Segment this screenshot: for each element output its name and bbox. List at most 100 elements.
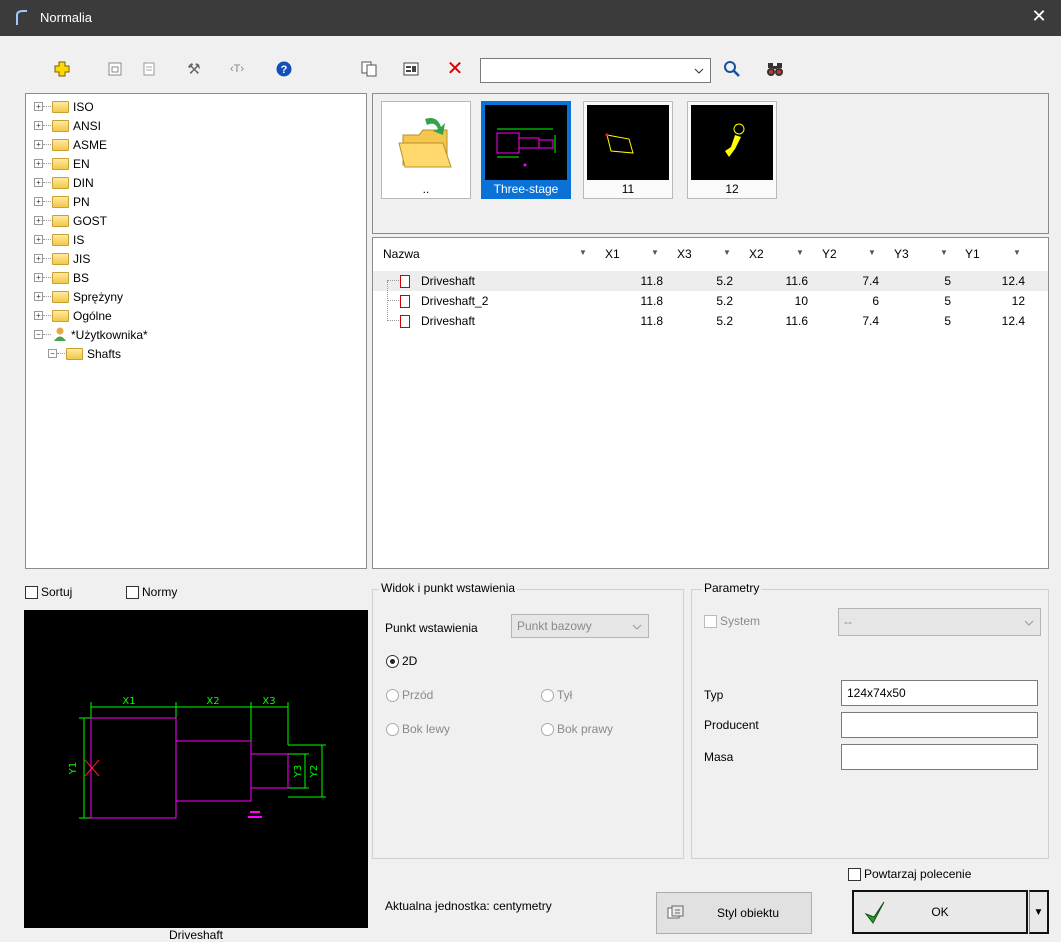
column-header-y1[interactable]: Y1 — [965, 244, 980, 264]
column-filter-icon[interactable]: ▼ — [576, 246, 590, 260]
radio-left-side[interactable]: Bok lewy — [386, 722, 450, 736]
tree-item-is[interactable]: + IS — [34, 230, 84, 249]
expand-icon[interactable]: + — [34, 311, 43, 320]
table-row[interactable]: Driveshaft 11.8 5.2 11.6 7.4 5 12.4 — [373, 281, 1048, 331]
type-label: Typ — [704, 688, 724, 702]
checkbox-box[interactable] — [704, 614, 717, 628]
binoculars-icon[interactable] — [764, 58, 786, 80]
column-filter-icon[interactable]: ▼ — [793, 246, 807, 260]
thumbnail-label: .. — [422, 182, 430, 196]
expand-icon[interactable]: + — [34, 216, 43, 225]
tree-item-gost[interactable]: + GOST — [34, 211, 107, 230]
part-icon — [400, 315, 410, 328]
radio-back-label: Tył — [557, 688, 573, 702]
collapse-icon[interactable]: − — [48, 349, 57, 358]
copy-icon[interactable] — [358, 58, 380, 80]
radio-button[interactable] — [541, 688, 554, 702]
radio-button[interactable] — [386, 654, 399, 668]
search-combo[interactable] — [480, 58, 711, 83]
tree-item-jis[interactable]: + JIS — [34, 249, 90, 268]
tree-item-asme[interactable]: + ASME — [34, 135, 107, 154]
system-checkbox[interactable]: System — [704, 614, 760, 628]
column-filter-icon[interactable]: ▼ — [937, 246, 951, 260]
producer-field[interactable] — [841, 712, 1038, 738]
column-header-name[interactable]: Nazwa — [383, 244, 420, 264]
expand-icon[interactable]: + — [34, 273, 43, 282]
parts-table[interactable]: Nazwa ▼ X1 ▼ X3 ▼ X2 ▼ Y2 ▼ Y3 ▼ Y1 ▼ Dr… — [372, 237, 1049, 569]
column-header-y3[interactable]: Y3 — [894, 244, 909, 264]
column-header-x3[interactable]: X3 — [677, 244, 692, 264]
folder-icon — [52, 138, 69, 151]
radio-right-side[interactable]: Bok prawy — [541, 722, 613, 736]
cell-name: Driveshaft — [421, 274, 476, 288]
expand-icon[interactable]: + — [34, 235, 43, 244]
expand-icon[interactable]: + — [34, 254, 43, 263]
radio-front[interactable]: Przód — [386, 688, 433, 702]
mass-field[interactable] — [841, 744, 1038, 770]
column-header-y2[interactable]: Y2 — [822, 244, 837, 264]
delete-icon[interactable]: ✕ — [444, 57, 466, 80]
table-row[interactable]: Driveshaft_2 11.8 5.2 10 6 5 12 — [373, 291, 1048, 311]
tree-item-general[interactable]: + Ogólne — [34, 306, 112, 325]
checkmark-icon — [864, 901, 885, 924]
norms-checkbox[interactable]: Normy — [126, 585, 177, 599]
ok-dropdown-button[interactable]: ▼ — [1029, 890, 1049, 934]
tree-item-user[interactable]: − *Użytkownika* — [34, 325, 148, 344]
object-style-button[interactable]: Styl obiektu — [656, 892, 812, 934]
sort-checkbox[interactable]: Sortuj — [25, 585, 72, 599]
search-icon[interactable] — [721, 58, 743, 80]
insert-point-select[interactable]: Punkt bazowy — [511, 614, 649, 638]
tree-item-ansi[interactable]: + ANSI — [34, 116, 101, 135]
radio-button[interactable] — [386, 722, 399, 736]
properties-icon[interactable] — [104, 58, 126, 80]
column-filter-icon[interactable]: ▼ — [865, 246, 879, 260]
close-icon[interactable]: ✕ — [1029, 6, 1049, 27]
dim-label-y3: Y3 — [293, 765, 304, 778]
expand-icon[interactable]: + — [34, 159, 43, 168]
table-row[interactable]: Driveshaft 11.8 5.2 11.6 7.4 5 12.4 — [373, 271, 1048, 291]
tree-item-shafts[interactable]: − Shafts — [48, 344, 121, 363]
checkbox-box[interactable] — [848, 867, 861, 881]
tools-icon[interactable]: ⚒ — [183, 58, 205, 80]
collapse-icon[interactable]: − — [34, 330, 43, 339]
checkbox-box[interactable] — [25, 585, 38, 599]
form-icon[interactable] — [400, 58, 422, 80]
radio-button[interactable] — [386, 688, 399, 702]
thumbnail-three-stage[interactable]: Three-stage — [481, 101, 571, 199]
column-header-x2[interactable]: X2 — [749, 244, 764, 264]
type-field[interactable]: 124x74x50 — [841, 680, 1038, 706]
radio-2d[interactable]: 2D — [386, 654, 417, 668]
add-icon[interactable] — [51, 58, 73, 80]
column-filter-icon[interactable]: ▼ — [720, 246, 734, 260]
tree-item-din[interactable]: + DIN — [34, 173, 94, 192]
expand-icon[interactable]: + — [34, 102, 43, 111]
folder-icon — [52, 252, 69, 265]
expand-icon[interactable]: + — [34, 140, 43, 149]
tree-item-en[interactable]: + EN — [34, 154, 90, 173]
document-icon[interactable] — [138, 58, 160, 80]
column-filter-icon[interactable]: ▼ — [1010, 246, 1024, 260]
tree-item-iso[interactable]: + ISO — [34, 97, 94, 116]
tree-item-bs[interactable]: + BS — [34, 268, 89, 287]
radio-back[interactable]: Tył — [541, 688, 572, 702]
checkbox-box[interactable] — [126, 585, 139, 599]
expand-icon[interactable]: + — [34, 292, 43, 301]
help-icon[interactable]: ? — [273, 58, 295, 80]
thumbnail-11[interactable]: 11 — [583, 101, 673, 199]
repeat-command-checkbox[interactable]: Powtarzaj polecenie — [848, 867, 971, 881]
thumbnail-12[interactable]: 12 — [687, 101, 777, 199]
category-tree[interactable]: + ISO + ANSI + ASME + EN + DIN + PN + GOST + IS … — [25, 93, 367, 569]
ok-button[interactable]: OK — [852, 890, 1028, 934]
expand-icon[interactable]: + — [34, 121, 43, 130]
system-select[interactable]: -- — [838, 608, 1041, 636]
column-header-x1[interactable]: X1 — [605, 244, 620, 264]
text-icon[interactable]: ‹T› — [226, 58, 248, 80]
tree-item-pn[interactable]: + PN — [34, 192, 90, 211]
radio-button[interactable] — [541, 722, 554, 736]
expand-icon[interactable]: + — [34, 197, 43, 206]
tree-item-label: JIS — [73, 251, 91, 266]
column-filter-icon[interactable]: ▼ — [648, 246, 662, 260]
expand-icon[interactable]: + — [34, 178, 43, 187]
thumbnail-folder-up[interactable]: .. — [381, 101, 471, 199]
tree-item-springs[interactable]: + Sprężyny — [34, 287, 123, 306]
